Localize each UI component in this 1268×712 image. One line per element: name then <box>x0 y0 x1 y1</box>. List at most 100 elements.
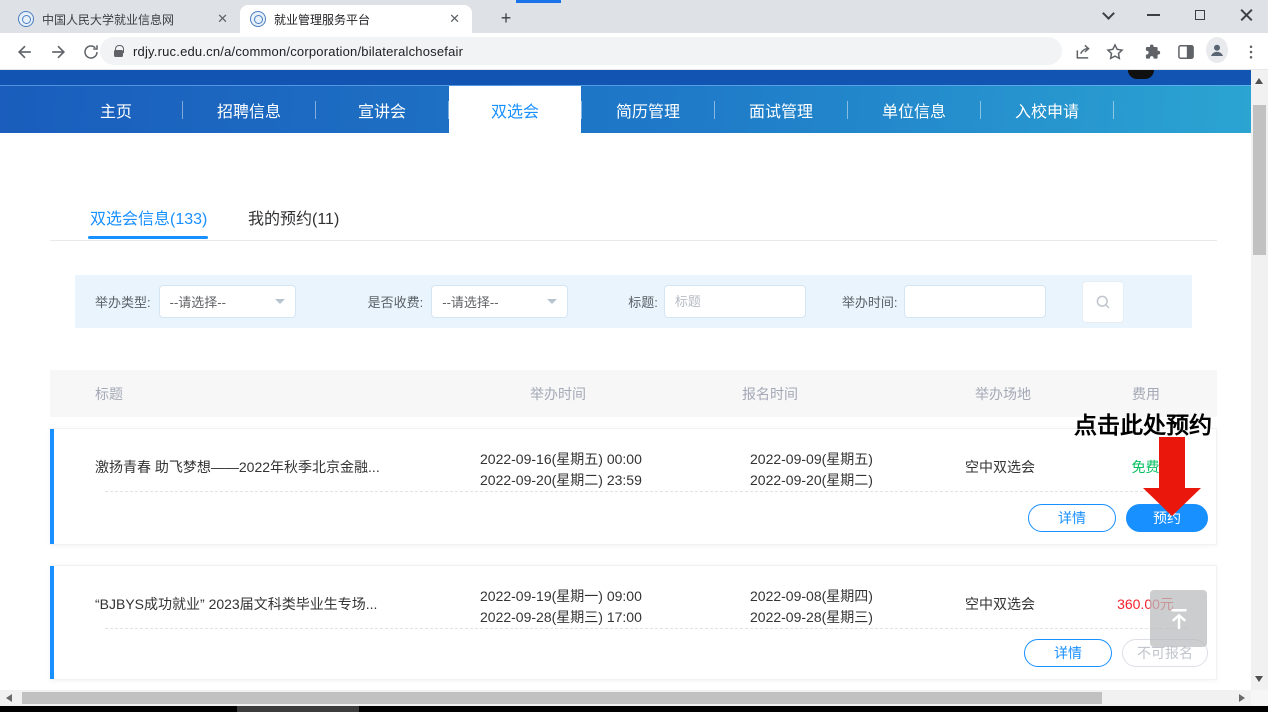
details-button[interactable]: 详情 <box>1024 639 1112 667</box>
horizontal-scrollbar[interactable] <box>0 690 1251 706</box>
bottom-edge-segment <box>237 706 359 712</box>
side-panel-button[interactable] <box>1175 41 1197 63</box>
window-restore-button[interactable] <box>1178 0 1222 30</box>
tab-close-icon[interactable]: ✕ <box>213 11 232 27</box>
scroll-right-arrow-icon[interactable] <box>1239 694 1245 702</box>
forward-button[interactable] <box>45 39 71 65</box>
browser-menu-button[interactable] <box>1240 41 1262 63</box>
tab-my-reservations[interactable]: 我的预约(11) <box>248 205 339 229</box>
site-favicon <box>18 11 34 27</box>
venue: 空中双选会 <box>925 586 1075 614</box>
nav-item-campus-entry[interactable]: 入校申请 <box>981 86 1113 133</box>
reg-time-end: 2022-09-20(星期二) <box>750 470 925 491</box>
horizontal-scroll-thumb[interactable] <box>22 692 1102 704</box>
person-icon <box>1208 41 1226 59</box>
fee-badge: 免费 <box>1075 449 1216 477</box>
nav-item-company[interactable]: 单位信息 <box>848 86 980 133</box>
window-minimize-button[interactable] <box>1131 0 1175 30</box>
hold-time-start: 2022-09-16(星期五) 00:00 <box>480 449 705 470</box>
row-accent-stripe <box>50 566 54 679</box>
back-button[interactable] <box>12 39 38 65</box>
chevron-down-icon <box>1102 7 1115 20</box>
filter-type-select[interactable]: --请选择-- <box>159 285 296 318</box>
puzzle-icon <box>1143 42 1163 62</box>
profile-button[interactable] <box>1206 39 1228 61</box>
col-header-reg-time: 报名时间 <box>705 384 925 404</box>
nav-item-interview[interactable]: 面试管理 <box>715 86 847 133</box>
browser-tab-2-active[interactable]: 就业管理服务平台 ✕ <box>240 5 472 33</box>
row-divider <box>105 628 1188 629</box>
filter-type-value: --请选择-- <box>170 292 226 311</box>
avatar <box>1206 37 1228 63</box>
tab-title: 中国人民大学就业信息网 <box>42 11 213 28</box>
hold-time-start: 2022-09-19(星期一) 09:00 <box>480 586 705 607</box>
bookmark-button[interactable] <box>1104 41 1126 63</box>
site-favicon <box>250 11 266 27</box>
venue: 空中双选会 <box>925 449 1075 477</box>
col-header-title: 标题 <box>50 384 430 404</box>
reg-time-end: 2022-09-28(星期三) <box>750 607 925 628</box>
url-bar[interactable]: rdjy.ruc.edu.cn/a/common/corporation/bil… <box>100 37 1062 65</box>
tab-fair-info[interactable]: 双选会信息(133) <box>90 205 207 229</box>
nav-item-resume[interactable]: 简历管理 <box>582 86 714 133</box>
share-button[interactable] <box>1073 41 1095 63</box>
reg-time: 2022-09-08(星期四) 2022-09-28(星期三) <box>705 586 925 628</box>
filter-title-input[interactable] <box>664 285 806 318</box>
browser-window: 中国人民大学就业信息网 ✕ 就业管理服务平台 ✕ + rdjy.ruc.edu.… <box>0 0 1268 712</box>
reload-icon <box>82 43 100 61</box>
reg-time-start: 2022-09-09(星期五) <box>750 449 925 470</box>
arrow-up-to-line-icon <box>1164 604 1194 634</box>
filter-type-label: 举办类型: <box>95 292 151 311</box>
reg-time-start: 2022-09-08(星期四) <box>750 586 925 607</box>
side-panel-icon <box>1176 42 1196 62</box>
search-button[interactable] <box>1082 281 1124 323</box>
tab-loading-accent <box>516 0 561 3</box>
row-divider <box>105 491 1188 492</box>
browser-tab-1[interactable]: 中国人民大学就业信息网 ✕ <box>8 5 240 33</box>
fair-title[interactable]: 激扬青春 助飞梦想——2022年秋季北京金融... <box>50 449 430 477</box>
tab-close-icon[interactable]: ✕ <box>445 11 464 27</box>
vertical-scrollbar[interactable] <box>1251 70 1268 690</box>
filter-time-label: 举办时间: <box>842 292 898 311</box>
filter-time-input[interactable] <box>904 285 1046 318</box>
filter-fee-select[interactable]: --请选择-- <box>431 285 568 318</box>
scrollbar-corner <box>1251 690 1268 706</box>
lock-icon <box>114 50 123 57</box>
restore-icon <box>1195 10 1205 20</box>
hold-time-end: 2022-09-20(星期二) 23:59 <box>480 470 705 491</box>
minimize-icon <box>1147 14 1160 16</box>
nav-item-jobfair-active[interactable]: 双选会 <box>449 86 581 133</box>
red-arrow-shaft <box>1159 437 1185 489</box>
fair-title[interactable]: “BJBYS成功就业” 2023届文科类毕业生专场... <box>50 586 430 614</box>
filter-fee-label: 是否收费: <box>368 292 424 311</box>
scroll-left-arrow-icon[interactable] <box>6 694 12 702</box>
table-header: 标题 举办时间 报名时间 举办场地 费用 <box>50 370 1217 417</box>
new-tab-button[interactable]: + <box>494 7 518 31</box>
tab-search-chevron-button[interactable] <box>1086 0 1130 30</box>
scroll-up-arrow-icon[interactable] <box>1255 78 1263 84</box>
close-icon <box>1239 8 1253 22</box>
scroll-down-arrow-icon[interactable] <box>1255 676 1263 682</box>
nav-item-infosession[interactable]: 宣讲会 <box>316 86 448 133</box>
site-header-strip <box>0 70 1251 85</box>
col-header-venue: 举办场地 <box>925 384 1075 404</box>
nav-item-home[interactable]: 主页 <box>50 86 182 133</box>
filter-fee-value: --请选择-- <box>442 292 498 311</box>
col-header-hold-time: 举办时间 <box>430 384 705 404</box>
bottom-edge <box>0 706 1268 712</box>
window-close-button[interactable] <box>1224 0 1268 30</box>
url-text: rdjy.ruc.edu.cn/a/common/corporation/bil… <box>133 44 463 59</box>
extensions-button[interactable] <box>1142 41 1164 63</box>
nav-item-jobs[interactable]: 招聘信息 <box>183 86 315 133</box>
details-button[interactable]: 详情 <box>1028 504 1116 532</box>
hold-time: 2022-09-19(星期一) 09:00 2022-09-28(星期三) 17… <box>430 586 705 628</box>
table-row: 激扬青春 助飞梦想——2022年秋季北京金融... 2022-09-16(星期五… <box>50 428 1217 545</box>
annotation-text: 点击此处预约 <box>1074 406 1212 440</box>
reg-time: 2022-09-09(星期五) 2022-09-20(星期二) <box>705 449 925 491</box>
back-to-top-button[interactable] <box>1150 590 1207 647</box>
vertical-scroll-thumb[interactable] <box>1253 105 1266 255</box>
browser-tab-strip: 中国人民大学就业信息网 ✕ 就业管理服务平台 ✕ + <box>0 0 1268 33</box>
table-row: “BJBYS成功就业” 2023届文科类毕业生专场... 2022-09-19(… <box>50 565 1217 680</box>
star-icon <box>1105 42 1125 62</box>
hold-time-end: 2022-09-28(星期三) 17:00 <box>480 607 705 628</box>
